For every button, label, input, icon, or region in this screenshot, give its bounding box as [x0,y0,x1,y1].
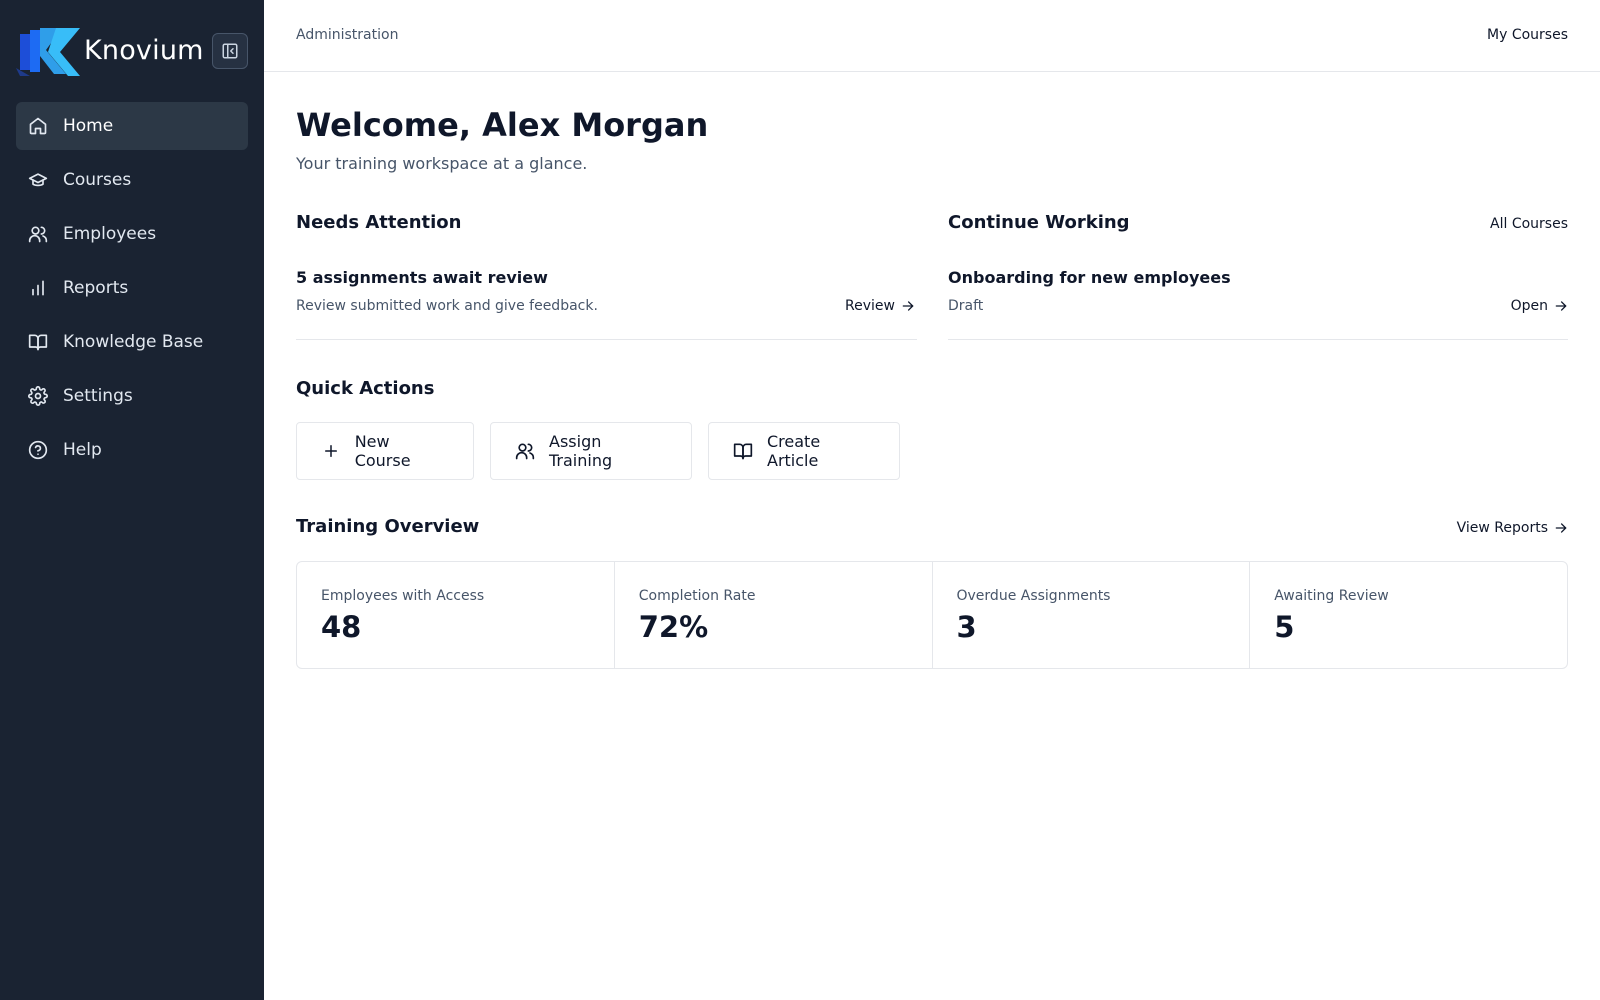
review-link-label: Review [845,298,895,314]
new-course-label: New Course [354,432,411,470]
stat-awaiting-review: Awaiting Review 5 [1250,562,1567,668]
stat-completion-rate: Completion Rate 72% [615,562,933,668]
brand[interactable]: Knovium [16,22,248,80]
stat-value: 72% [638,610,709,644]
bar-chart-icon [28,278,48,298]
sidebar-item-employees[interactable]: Employees [16,210,248,258]
needs-attention-item: 5 assignments await review Review submit… [296,254,917,340]
needs-attention-item-subtitle: Review submitted work and give feedback. [296,298,598,314]
page-title: Welcome, Alex Morgan [296,106,709,144]
book-icon [28,332,48,352]
sidebar-item-label: Settings [63,386,133,406]
sidebar-nav: Home Courses Employees Reports Knowledge… [16,102,248,480]
quick-actions-title: Quick Actions [296,378,435,399]
sidebar-item-courses[interactable]: Courses [16,156,248,204]
users-icon [515,441,535,461]
knovium-logo [16,28,80,76]
assign-training-label: Assign Training [549,432,613,470]
sidebar: Knovium Home Courses Employees Reports K… [0,0,264,1000]
arrow-right-icon [902,301,914,311]
brand-name: Knovium [84,35,204,66]
sidebar-item-label: Employees [63,224,157,244]
sidebar-item-label: Knowledge Base [63,332,204,352]
stat-label: Completion Rate [638,588,756,604]
home-icon [28,116,48,136]
open-link-label: Open [1510,298,1548,314]
assign-training-button[interactable]: Assign Training [490,422,692,480]
sidebar-collapse-icon [222,43,238,59]
my-courses-link[interactable]: My Courses [1487,27,1568,43]
graduation-cap-icon [28,170,48,190]
continue-working-item-status: Draft [948,298,984,314]
sidebar-item-label: Home [63,116,114,136]
stat-employees-with-access: Employees with Access 48 [297,562,615,668]
sidebar-item-label: Courses [63,170,132,190]
gear-icon [28,386,48,406]
sidebar-item-help[interactable]: Help [16,426,248,474]
continue-working-item-title: Onboarding for new employees [948,268,1231,287]
stat-value: 5 [1274,610,1295,644]
continue-working-title: Continue Working [948,212,1130,233]
stat-value: 48 [321,610,362,644]
needs-attention-item-title: 5 assignments await review [296,268,548,287]
sidebar-item-knowledge-base[interactable]: Knowledge Base [16,318,248,366]
sidebar-item-label: Help [63,440,102,460]
page-subtitle: Your training workspace at a glance. [296,154,588,173]
users-icon [28,224,48,244]
stat-label: Employees with Access [321,588,485,604]
create-article-button[interactable]: Create Article [708,422,900,480]
all-courses-link[interactable]: All Courses [1490,216,1568,232]
sidebar-item-label: Reports [63,278,129,298]
top-bar: Administration My Courses [264,0,1600,72]
breadcrumb[interactable]: Administration [296,27,398,43]
sidebar-item-settings[interactable]: Settings [16,372,248,420]
continue-working-item[interactable]: Onboarding for new employees Draft Open [948,254,1568,340]
view-reports-label: View Reports [1456,520,1548,536]
create-article-label: Create Article [767,432,821,470]
collapse-sidebar-button[interactable] [212,33,248,69]
plus-icon [321,441,341,461]
help-circle-icon [28,440,48,460]
training-overview-title: Training Overview [296,516,480,537]
arrow-right-icon [1555,301,1567,311]
stat-label: Overdue Assignments [956,588,1111,604]
new-course-button[interactable]: New Course [296,422,474,480]
sidebar-item-home[interactable]: Home [16,102,248,150]
stat-overdue-assignments: Overdue Assignments 3 [933,562,1251,668]
arrow-right-icon [1555,523,1567,533]
stat-value: 3 [956,610,977,644]
book-icon [733,441,753,461]
stats-panel: Employees with Access 48 Completion Rate… [296,561,1568,669]
needs-attention-title: Needs Attention [296,212,462,233]
sidebar-item-reports[interactable]: Reports [16,264,248,312]
review-link[interactable]: Review [845,298,915,314]
view-reports-link[interactable]: View Reports [1457,520,1568,536]
stat-label: Awaiting Review [1274,588,1389,604]
open-link[interactable]: Open [1511,298,1568,314]
